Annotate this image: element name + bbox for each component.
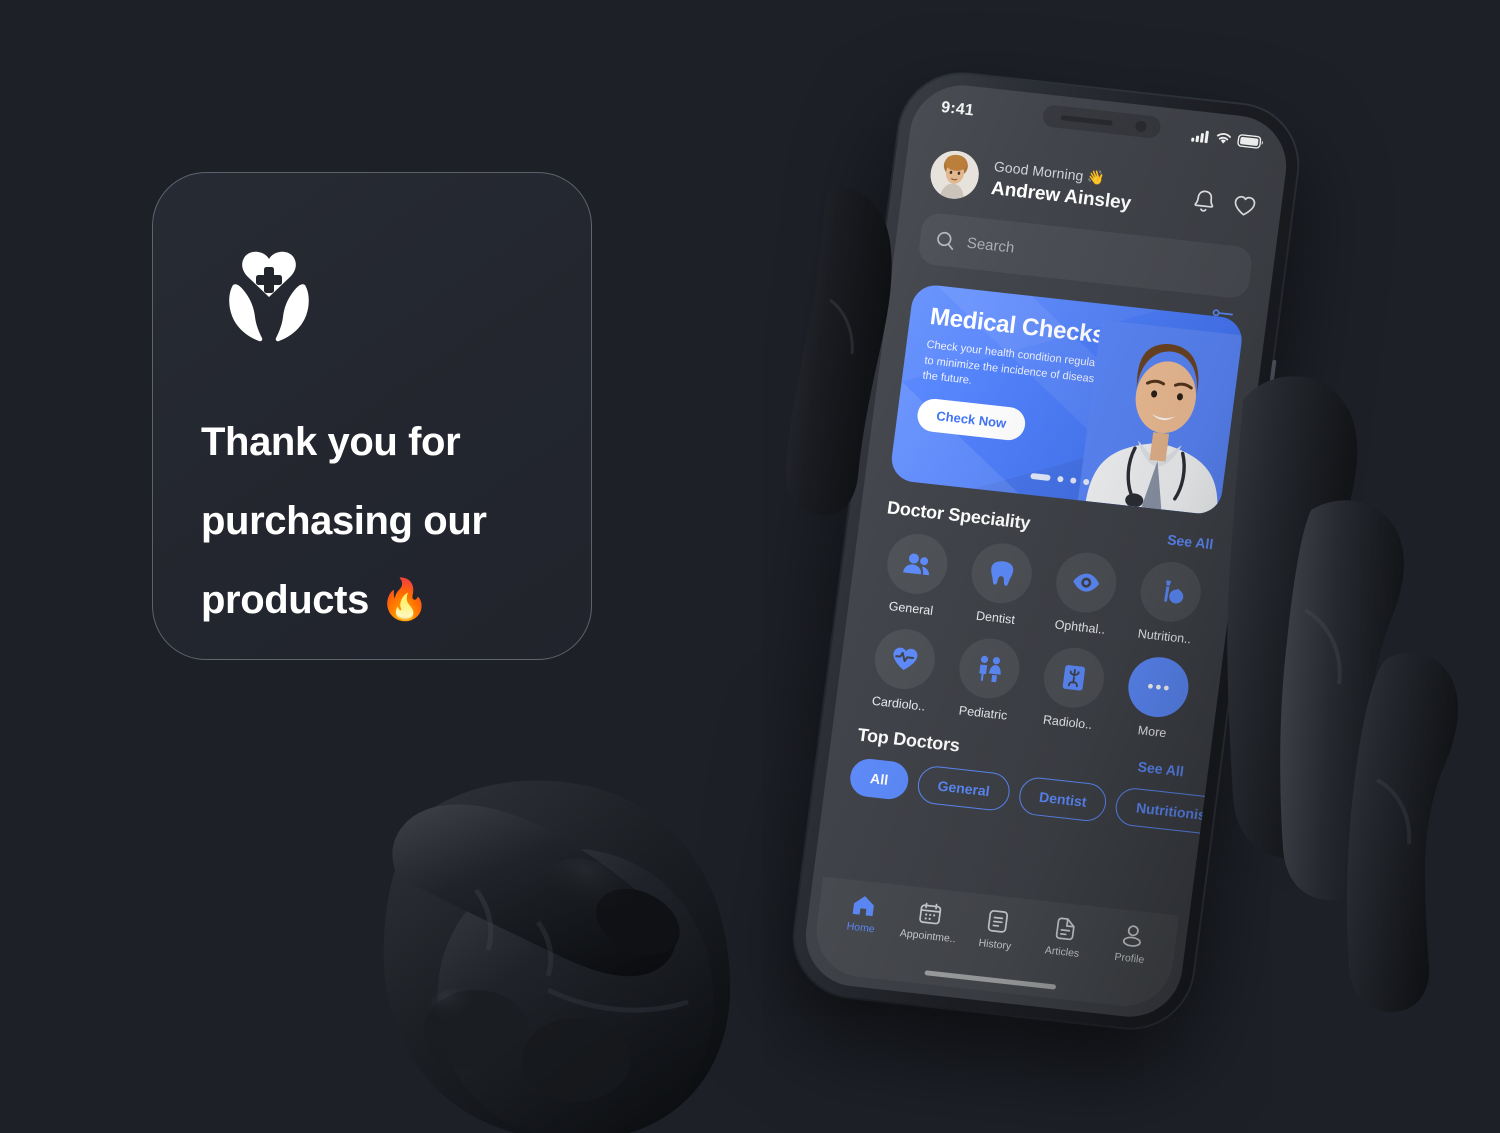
- scene-root: Thank you for purchasing our products 🔥: [0, 0, 1500, 1133]
- tab-label: Articles: [1044, 944, 1080, 960]
- history-doc-icon: [987, 910, 1009, 933]
- filter-chip-all[interactable]: All: [847, 757, 911, 802]
- tab-label: Appointme..: [899, 927, 957, 946]
- speciality-label: Nutrition..: [1136, 626, 1192, 647]
- heartbeat-icon: [870, 626, 939, 693]
- heart-outline-icon[interactable]: [1231, 193, 1259, 220]
- pagination-dot[interactable]: [1069, 477, 1077, 484]
- speciality-item-ophthalmology[interactable]: Ophthal..: [1039, 548, 1130, 638]
- phone-scene: 9:41 Good Morning 👋 Andrew Ainsley Searc…: [0, 0, 1500, 1133]
- promo-banner[interactable]: Medical Checks! Check your health condit…: [888, 282, 1245, 516]
- home-indicator: [924, 970, 1057, 990]
- tab-label: Home: [846, 920, 876, 936]
- pagination-dot[interactable]: [1057, 475, 1064, 483]
- speciality-item-radiology[interactable]: Radiolo..: [1026, 644, 1117, 734]
- tab-articles[interactable]: Articles: [1028, 914, 1100, 962]
- search-placeholder: Search: [965, 234, 1016, 257]
- filter-chip-dentist[interactable]: Dentist: [1016, 775, 1109, 823]
- nutrition-icon: [1136, 558, 1204, 625]
- speciality-label: Dentist: [975, 608, 1016, 627]
- calendar-icon: [919, 902, 942, 925]
- front-camera: [1134, 120, 1148, 133]
- left-hand-thumb: [785, 185, 892, 516]
- xray-icon: [1039, 644, 1108, 711]
- home-icon: [852, 896, 874, 917]
- speciality-item-nutrition[interactable]: Nutrition..: [1123, 558, 1214, 648]
- check-now-button[interactable]: Check Now: [915, 397, 1028, 442]
- speciality-see-all[interactable]: See All: [1166, 531, 1214, 552]
- tab-home[interactable]: Home: [826, 891, 898, 937]
- tab-label: History: [977, 936, 1012, 953]
- eye-icon: [1052, 549, 1120, 616]
- speciality-label: More: [1137, 723, 1168, 741]
- person-icon: [1122, 925, 1141, 947]
- article-doc-icon: [1055, 917, 1075, 941]
- pagination-dot-active[interactable]: [1030, 472, 1051, 482]
- search-icon: [937, 231, 954, 250]
- header-actions: [1190, 187, 1258, 222]
- bell-icon[interactable]: [1191, 187, 1218, 215]
- top-doctors-see-all[interactable]: See All: [1137, 758, 1185, 779]
- promo-banner-section: Medical Checks! Check your health condit…: [865, 261, 1269, 519]
- doctor-photo: [1077, 319, 1245, 516]
- filter-chip-general[interactable]: General: [915, 764, 1012, 813]
- speciality-item-cardiology[interactable]: Cardiolo..: [857, 625, 948, 715]
- tab-history[interactable]: History: [960, 906, 1032, 954]
- pagination-dot[interactable]: [1082, 478, 1090, 486]
- tooth-icon: [967, 540, 1035, 607]
- battery-full-icon: [1237, 134, 1263, 149]
- speciality-label: Ophthal..: [1053, 617, 1107, 637]
- tab-profile[interactable]: Profile: [1095, 921, 1167, 968]
- speciality-item-more[interactable]: More: [1111, 653, 1202, 743]
- cellular-signal-icon: [1191, 130, 1209, 144]
- more-dots-icon: [1124, 654, 1192, 721]
- children-icon: [955, 635, 1023, 702]
- tab-appointment[interactable]: Appointme..: [893, 899, 965, 946]
- wifi-icon: [1216, 133, 1231, 144]
- status-time: 9:41: [940, 98, 975, 120]
- earpiece-speaker: [1060, 115, 1113, 126]
- avatar[interactable]: [927, 148, 982, 202]
- speciality-item-pediatric[interactable]: Pediatric: [942, 634, 1033, 724]
- notch: [1041, 104, 1162, 139]
- status-icons: [1191, 129, 1264, 150]
- speciality-item-dentist[interactable]: Dentist: [954, 539, 1045, 629]
- tab-label: Profile: [1113, 950, 1145, 967]
